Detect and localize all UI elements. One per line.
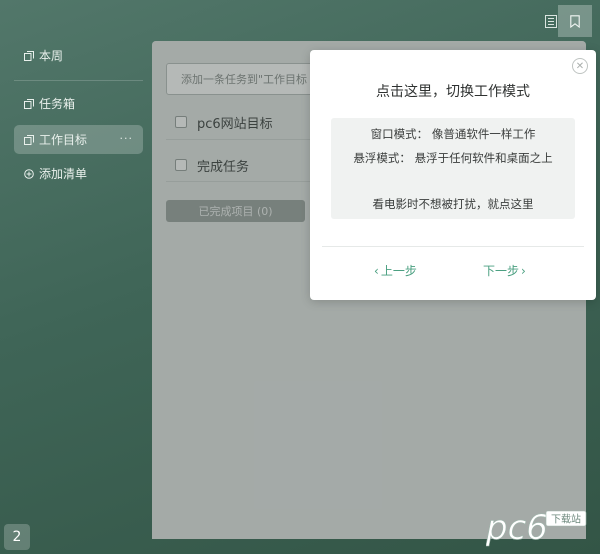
sidebar-item-label: 本周 (39, 49, 64, 63)
chevron-right-icon: › (521, 263, 526, 278)
sidebar-divider (14, 80, 143, 81)
prev-step-button[interactable]: ‹ 上一步 (372, 262, 417, 279)
next-step-label: 下一步 (483, 264, 520, 278)
popup-title: 点击这里，切换工作模式 (376, 84, 530, 100)
plus-circle-icon (24, 168, 34, 179)
description-line: 看电影时不想被打扰，就点这里 (372, 197, 534, 211)
prev-step-label: 上一步 (380, 264, 417, 278)
sidebar: 本周 任务箱 工作目标 ··· 添加清单 (0, 0, 152, 554)
chevron-left-icon: ‹ (374, 263, 379, 278)
close-icon[interactable]: ✕ (572, 58, 588, 74)
sidebar-item-work-goals[interactable]: 工作目标 ··· (14, 125, 143, 154)
sidebar-item-label: 添加清单 (39, 167, 88, 181)
sidebar-item-label: 工作目标 (39, 133, 88, 147)
description-line: 悬浮模式： 悬浮于任何软件和桌面之上 (353, 151, 553, 165)
sidebar-item-add-list[interactable]: 添加清单 (14, 159, 143, 188)
popup-description: 窗口模式： 像普通软件一样工作 悬浮模式： 悬浮于任何软件和桌面之上 看电影时不… (331, 118, 575, 219)
svg-text:pc6: pc6 (486, 508, 548, 548)
mode-tip-popup: ✕ 点击这里，切换工作模式 窗口模式： 像普通软件一样工作 悬浮模式： 悬浮于任… (310, 50, 596, 300)
sidebar-item-inbox[interactable]: 任务箱 (14, 89, 143, 118)
svg-text:下载站: 下载站 (551, 513, 581, 526)
pc6-watermark-logo: pc6 下载站 (485, 503, 590, 549)
count-badge[interactable]: 2 (4, 524, 30, 550)
next-step-button[interactable]: 下一步 › (483, 262, 528, 279)
sidebar-item-this-week[interactable]: 本周 (14, 41, 143, 70)
copy-icon (24, 98, 34, 109)
divider (322, 246, 584, 247)
more-icon[interactable]: ··· (120, 132, 134, 145)
sidebar-item-label: 任务箱 (39, 97, 76, 111)
description-line: 窗口模式： 像普通软件一样工作 (370, 127, 536, 141)
bookmark-icon[interactable] (558, 5, 592, 37)
copy-icon (24, 134, 34, 145)
copy-icon (24, 50, 34, 61)
